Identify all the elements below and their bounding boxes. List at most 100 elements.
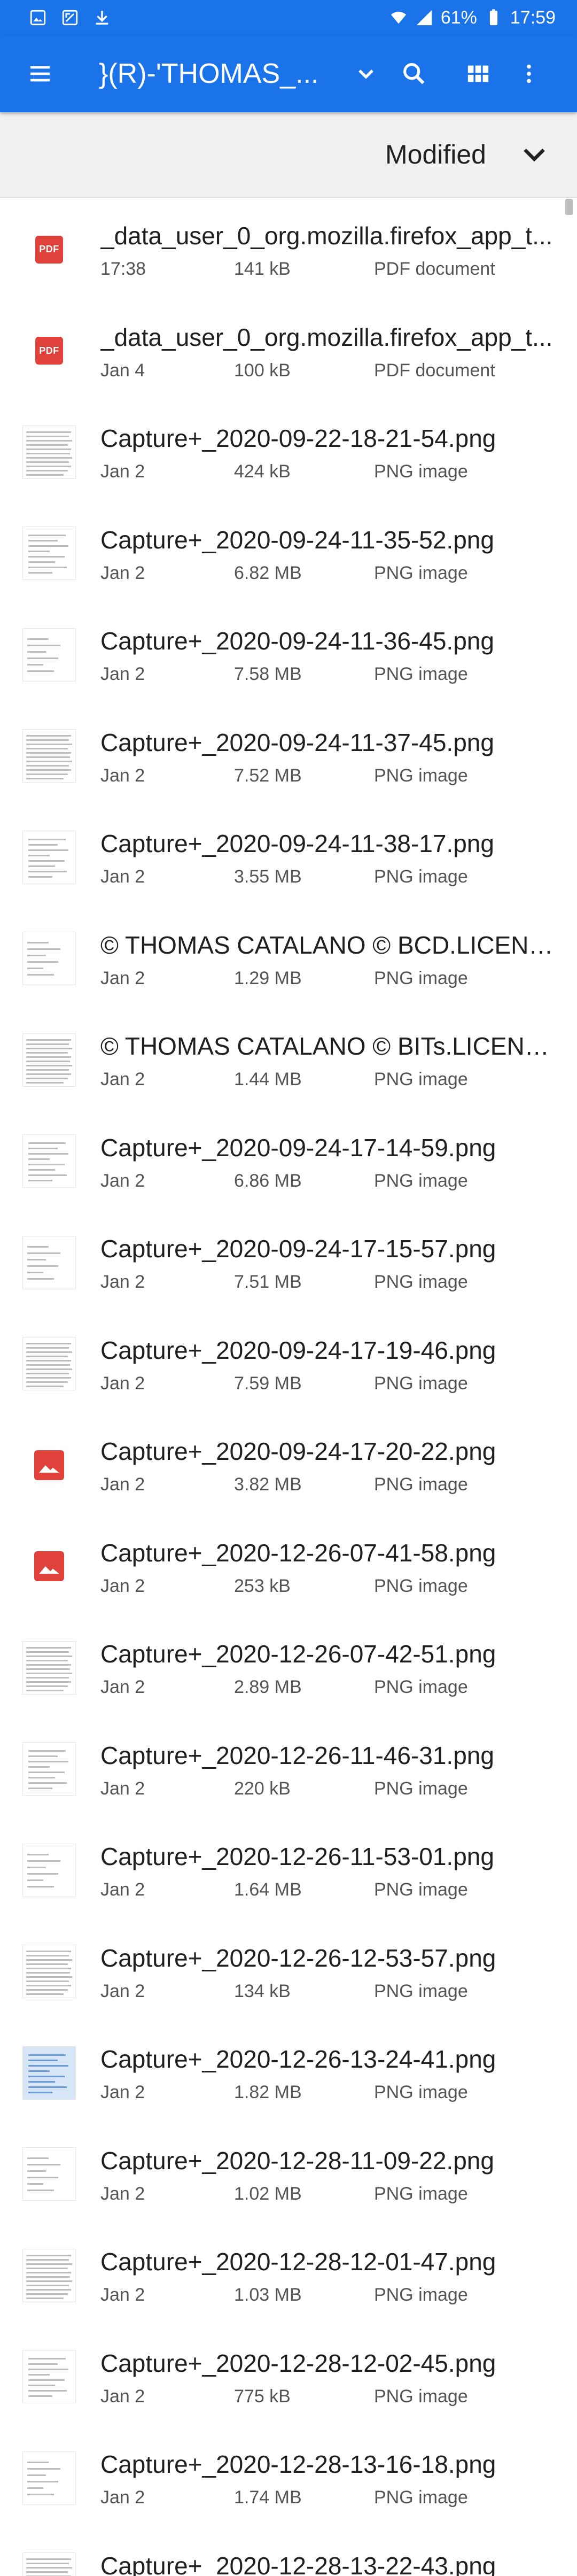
- sort-label[interactable]: Modified: [385, 139, 486, 170]
- file-name: Capture+_2020-12-26-11-46-31.png: [100, 1741, 494, 1769]
- file-size: 1.44 MB: [234, 1069, 302, 1089]
- file-size: 3.55 MB: [234, 867, 302, 887]
- file-row[interactable]: Capture+_2020-12-28-13-22-43.png: [0, 2529, 577, 2576]
- file-name: Capture+_2020-12-26-13-24-41.png: [100, 2045, 496, 2073]
- file-name: Capture+_2020-09-24-11-37-45.png: [100, 728, 494, 756]
- file-thumbnail: [22, 729, 76, 783]
- file-size: 220 kB: [234, 1778, 291, 1799]
- screenshot-thumbnail: [22, 830, 76, 884]
- screenshot-thumbnail: [22, 2350, 76, 2404]
- screenshot-thumbnail: [22, 729, 76, 783]
- screenshot-thumbnail: [22, 628, 76, 682]
- file-thumbnail: [22, 1945, 76, 1999]
- pdf-icon: PDF: [35, 337, 63, 365]
- file-row[interactable]: © THOMAS CATALANO © BITs.LICENSE... Jan …: [0, 1009, 577, 1111]
- file-name: Capture+_2020-12-28-13-16-18.png: [100, 2450, 496, 2478]
- file-type: PNG image: [374, 1474, 468, 1495]
- clock: 17:59: [510, 7, 556, 28]
- file-thumbnail: [22, 1134, 76, 1188]
- file-row[interactable]: Capture+_2020-09-24-11-36-45.png Jan 2 7…: [0, 604, 577, 706]
- file-row[interactable]: Capture+_2020-09-24-17-14-59.png Jan 2 6…: [0, 1111, 577, 1212]
- file-date: Jan 2: [100, 2183, 145, 2204]
- file-row[interactable]: Capture+_2020-09-24-17-15-57.png Jan 2 7…: [0, 1212, 577, 1313]
- file-name: Capture+_2020-12-26-07-41-58.png: [100, 1538, 496, 1567]
- file-row[interactable]: PDF _data_user_0_org.mozilla.firefox_app…: [0, 199, 577, 300]
- file-row[interactable]: Capture+_2020-12-28-13-16-18.png Jan 2 1…: [0, 2427, 577, 2529]
- file-name: Capture+_2020-09-22-18-21-54.png: [100, 424, 496, 452]
- file-row[interactable]: Capture+_2020-09-24-11-38-17.png Jan 2 3…: [0, 807, 577, 908]
- status-bar: 61% 17:59: [0, 0, 577, 35]
- file-type: PNG image: [374, 2285, 468, 2305]
- file-name: Capture+_2020-12-28-11-09-22.png: [100, 2146, 494, 2175]
- scrollbar[interactable]: [565, 199, 573, 215]
- file-type: PNG image: [374, 2487, 468, 2508]
- file-thumbnail: [22, 1235, 76, 1289]
- file-row[interactable]: Capture+_2020-12-26-07-42-51.png Jan 2 2…: [0, 1617, 577, 1719]
- file-type: PNG image: [374, 562, 468, 583]
- file-thumbnail: [22, 2552, 76, 2576]
- file-date: Jan 2: [100, 1677, 145, 1697]
- file-row[interactable]: Capture+_2020-12-26-11-53-01.png Jan 2 1…: [0, 1820, 577, 1921]
- file-date: Jan 2: [100, 867, 145, 887]
- grid-view-button[interactable]: [446, 35, 510, 112]
- file-row[interactable]: Capture+_2020-12-28-11-09-22.png Jan 2 1…: [0, 2124, 577, 2225]
- screenshot-thumbnail: [22, 932, 76, 986]
- file-date: Jan 2: [100, 664, 145, 684]
- file-date: Jan 2: [100, 1474, 145, 1495]
- file-row[interactable]: Capture+_2020-12-28-12-02-45.png Jan 2 7…: [0, 2326, 577, 2428]
- file-date: Jan 2: [100, 1272, 145, 1292]
- file-row[interactable]: Capture+_2020-09-24-11-37-45.png Jan 2 7…: [0, 706, 577, 807]
- file-size: 6.86 MB: [234, 1170, 302, 1191]
- file-row[interactable]: Capture+_2020-09-24-11-35-52.png Jan 2 6…: [0, 503, 577, 605]
- file-date: Jan 2: [100, 2082, 145, 2102]
- signal-icon: [416, 10, 432, 26]
- sort-bar[interactable]: Modified: [0, 112, 577, 198]
- file-size: 7.58 MB: [234, 664, 302, 684]
- more-options-button[interactable]: [510, 35, 548, 112]
- file-date: Jan 2: [100, 461, 145, 482]
- file-row[interactable]: Capture+_2020-09-24-17-20-22.png Jan 2 3…: [0, 1414, 577, 1516]
- file-type: PNG image: [374, 1575, 468, 1596]
- file-row[interactable]: Capture+_2020-09-24-17-19-46.png Jan 2 7…: [0, 1313, 577, 1415]
- file-name: © THOMAS CATALANO © BCD.LICENSE...: [100, 931, 555, 959]
- screenshot-thumbnail: [22, 1641, 76, 1695]
- file-row[interactable]: © THOMAS CATALANO © BCD.LICENSE... Jan 2…: [0, 908, 577, 1010]
- app-bar: }(R)-'THOMAS_...: [0, 35, 577, 112]
- file-row[interactable]: Capture+_2020-09-22-18-21-54.png Jan 2 4…: [0, 401, 577, 503]
- file-list: PDF _data_user_0_org.mozilla.firefox_app…: [0, 199, 577, 2576]
- file-size: 2.89 MB: [234, 1677, 302, 1697]
- file-size: 7.51 MB: [234, 1272, 302, 1292]
- menu-icon: [30, 66, 50, 82]
- file-size: 6.82 MB: [234, 562, 302, 583]
- file-date: Jan 2: [100, 1981, 145, 2001]
- file-name: Capture+_2020-12-28-12-01-47.png: [100, 2248, 496, 2276]
- file-date: Jan 2: [100, 1778, 145, 1799]
- folder-dropdown-button[interactable]: [350, 35, 382, 112]
- file-row[interactable]: Capture+_2020-12-26-13-24-41.png Jan 2 1…: [0, 2022, 577, 2124]
- file-size: 253 kB: [234, 1575, 291, 1596]
- file-thumbnail: [22, 2350, 76, 2404]
- file-date: Jan 2: [100, 1575, 145, 1596]
- screenshot-thumbnail: [22, 2147, 76, 2201]
- file-type: PDF document: [374, 360, 495, 381]
- chevron-down-icon[interactable]: [518, 138, 550, 171]
- file-size: 424 kB: [234, 461, 291, 482]
- file-name: Capture+_2020-12-28-12-02-45.png: [100, 2349, 496, 2377]
- file-row[interactable]: Capture+_2020-12-26-11-46-31.png Jan 2 2…: [0, 1719, 577, 1820]
- file-row[interactable]: PDF _data_user_0_org.mozilla.firefox_app…: [0, 300, 577, 402]
- menu-button[interactable]: [0, 35, 80, 112]
- file-type: PNG image: [374, 968, 468, 988]
- file-size: 100 kB: [234, 360, 291, 381]
- file-name: Capture+_2020-09-24-17-19-46.png: [100, 1336, 496, 1364]
- screenshot-icon: [62, 10, 78, 26]
- screenshot-thumbnail: [22, 2552, 76, 2576]
- file-name: Capture+_2020-12-26-11-53-01.png: [100, 1843, 494, 1870]
- file-thumbnail: [22, 932, 76, 986]
- file-row[interactable]: Capture+_2020-12-26-07-41-58.png Jan 2 2…: [0, 1516, 577, 1618]
- file-row[interactable]: Capture+_2020-12-26-12-53-57.png Jan 2 1…: [0, 1921, 577, 2023]
- file-date: Jan 2: [100, 765, 145, 786]
- file-type: PNG image: [374, 1170, 468, 1191]
- screenshot-thumbnail: [22, 1742, 76, 1796]
- file-row[interactable]: Capture+_2020-12-28-12-01-47.png Jan 2 1…: [0, 2225, 577, 2326]
- search-button[interactable]: [382, 35, 446, 112]
